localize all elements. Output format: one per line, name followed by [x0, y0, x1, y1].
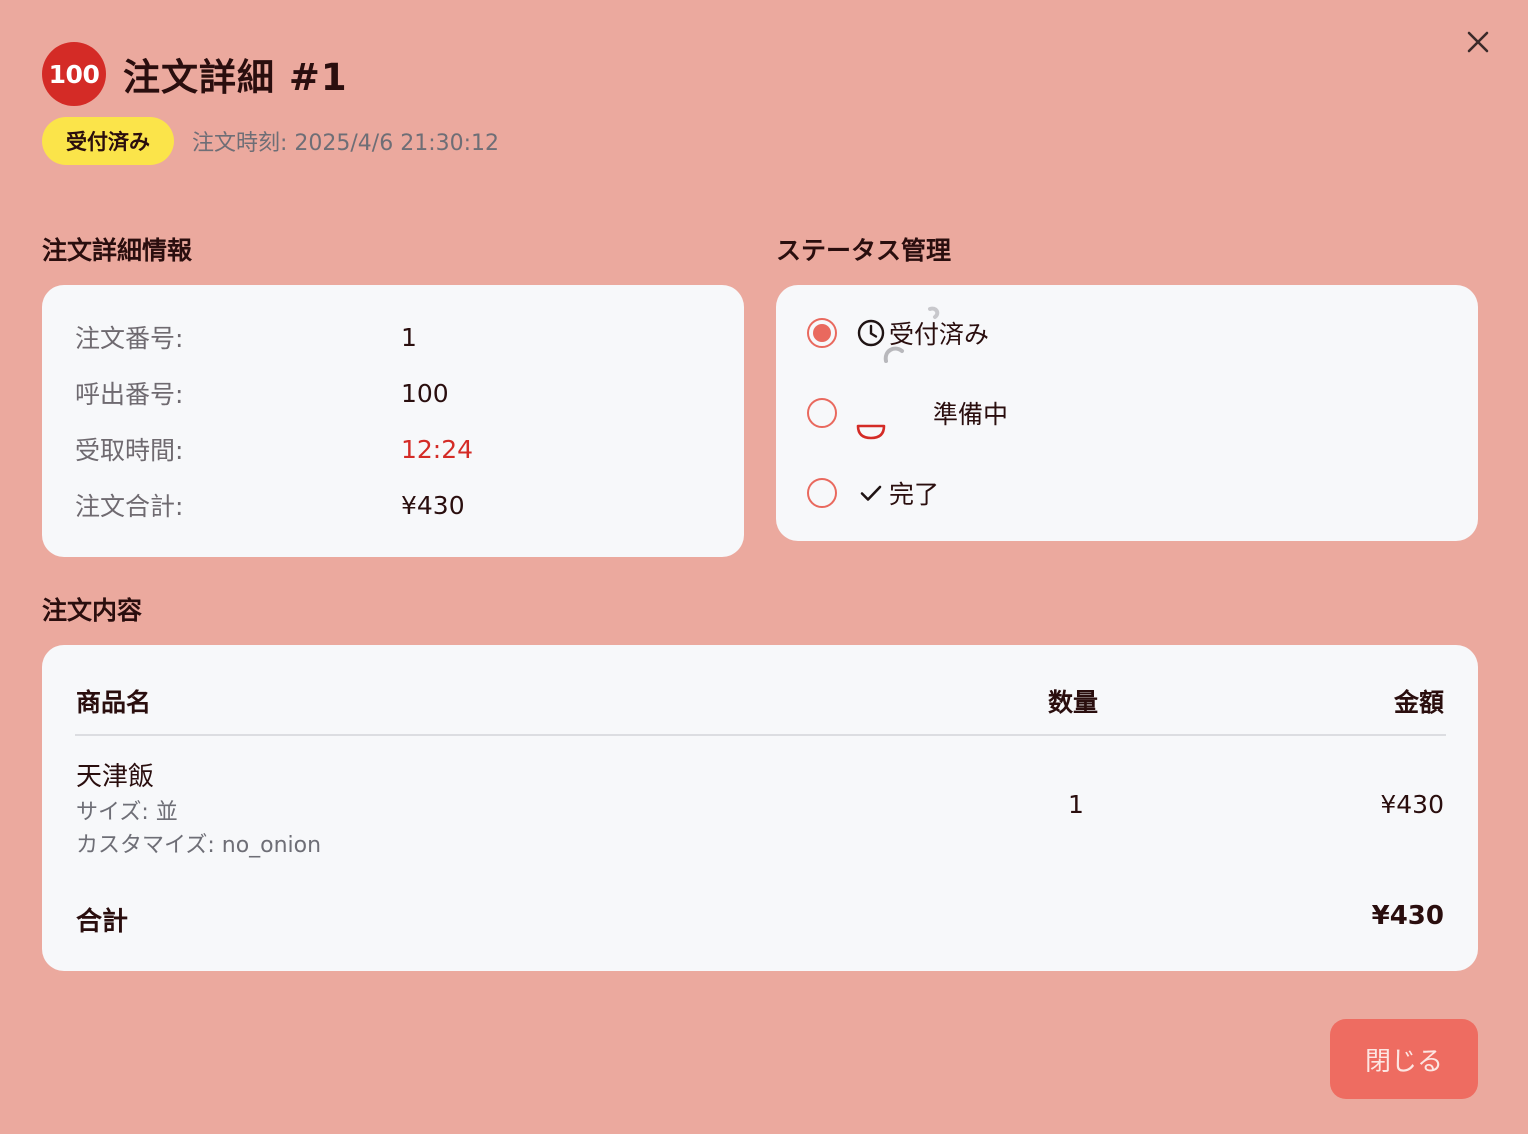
- item-price: ¥430: [1380, 790, 1444, 819]
- order-meta: 受付済み 注文時刻: 2025/4/6 21:30:12: [42, 117, 499, 165]
- column-header-quantity: 数量: [1048, 688, 1099, 717]
- info-row-order-number: 注文番号: 1: [75, 317, 417, 357]
- item-name: 天津飯: [76, 762, 155, 792]
- item-customize: カスタマイズ: no_onion: [76, 833, 322, 858]
- check-icon: [855, 477, 887, 509]
- radio-button[interactable]: [807, 318, 837, 348]
- page-title: 注文詳細 #1: [123, 56, 348, 99]
- info-label: 受取時間:: [75, 436, 184, 465]
- info-row-call-number: 呼出番号: 100: [75, 373, 449, 413]
- status-option-completed[interactable]: 完了: [807, 471, 939, 515]
- info-label: 注文番号:: [75, 324, 184, 353]
- info-value: 100: [401, 378, 449, 408]
- modal-header: 100 注文詳細 #1: [42, 42, 348, 106]
- status-badge: 受付済み: [42, 117, 174, 165]
- column-header-price: 金額: [1393, 688, 1444, 717]
- order-time: 注文時刻: 2025/4/6 21:30:12: [192, 131, 500, 156]
- order-detail-modal: 100 注文詳細 #1 受付済み 注文時刻: 2025/4/6 21:30:12…: [0, 0, 1528, 1134]
- status-section-title: ステータス管理: [776, 236, 952, 265]
- status-label: 準備中: [933, 400, 1009, 429]
- total-label: 合計: [76, 907, 129, 937]
- status-label: 完了: [889, 480, 940, 509]
- column-header-item: 商品名: [76, 688, 152, 717]
- info-value: ¥430: [401, 490, 465, 520]
- close-icon[interactable]: [1462, 26, 1494, 58]
- pickup-time-value: 12:24: [401, 434, 474, 464]
- info-value: 1: [401, 322, 417, 352]
- call-number-badge: 100: [42, 42, 106, 106]
- info-row-order-total: 注文合計: ¥430: [75, 485, 465, 525]
- total-value: ¥430: [1371, 901, 1444, 931]
- radio-button[interactable]: [807, 398, 837, 428]
- items-card: 商品名 数量 金額 天津飯 サイズ: 並 カスタマイズ: no_onion 1 …: [42, 645, 1478, 971]
- status-card: 受付済み 準備中 完了: [776, 285, 1478, 541]
- table-divider: [75, 734, 1446, 736]
- radio-button[interactable]: [807, 478, 837, 508]
- info-row-pickup-time: 受取時間: 12:24: [75, 429, 473, 469]
- info-label: 呼出番号:: [75, 380, 184, 409]
- items-section-title: 注文内容: [42, 596, 143, 625]
- details-card: 注文番号: 1 呼出番号: 100 受取時間: 12:24 注文合計: ¥430: [42, 285, 744, 557]
- radio-selected-dot: [813, 324, 831, 342]
- close-button[interactable]: 閉じる: [1330, 1019, 1478, 1099]
- bowl-icon: [855, 416, 887, 448]
- status-option-preparing[interactable]: 準備中: [807, 391, 1009, 440]
- item-quantity: 1: [1068, 790, 1084, 819]
- loading-spinner-icon: [883, 306, 940, 363]
- info-label: 注文合計:: [75, 492, 184, 521]
- item-size: サイズ: 並: [76, 800, 178, 825]
- details-section-title: 注文詳細情報: [42, 236, 193, 265]
